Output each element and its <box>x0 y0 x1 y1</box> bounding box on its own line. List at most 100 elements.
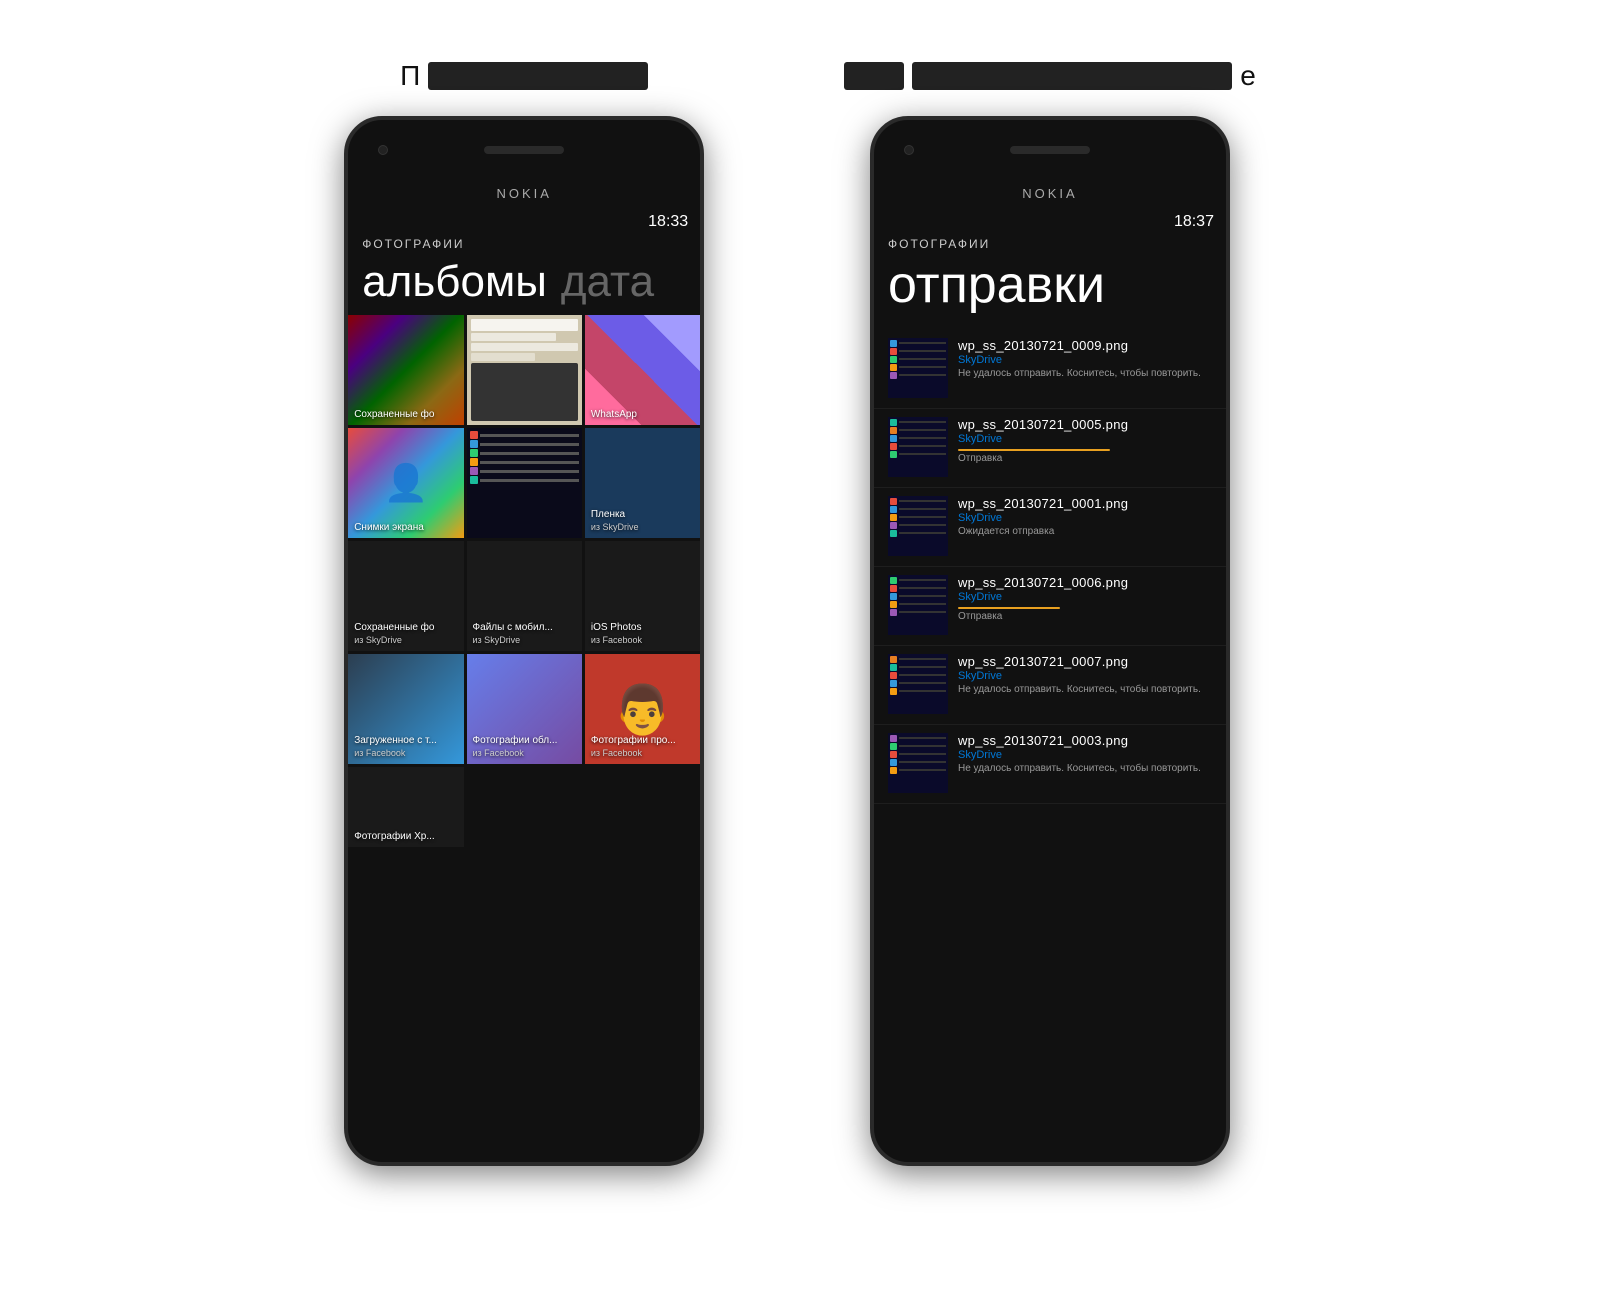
nokia-brand-right: NOKIA <box>874 180 1226 207</box>
page-title-area: отправки <box>874 257 1226 326</box>
time-left: 18:33 <box>648 213 688 231</box>
send-filename-1: wp_ss_20130721_0005.png <box>958 417 1212 432</box>
phone-top-bar <box>348 120 700 180</box>
send-thumb-2 <box>888 496 948 556</box>
album-label-ios: iOS Photosиз Facebook <box>591 621 642 647</box>
send-info-1: wp_ss_20130721_0005.png SkyDrive Отправк… <box>958 417 1212 464</box>
send-thumb-1 <box>888 417 948 477</box>
send-thumb-3 <box>888 575 948 635</box>
send-item-5[interactable]: wp_ss_20130721_0003.png SkyDrive Не удал… <box>874 725 1226 804</box>
phone-top-bar-right <box>874 120 1226 180</box>
right-title-bar-1 <box>844 62 904 90</box>
speaker-grille <box>484 146 564 154</box>
send-status-3: Отправка <box>958 611 1212 622</box>
album-label-whatsapp: WhatsApp <box>591 408 637 421</box>
left-title-prefix: П <box>400 60 420 92</box>
album-cell-whatsapp[interactable]: WhatsApp <box>585 315 700 425</box>
send-service-1: SkyDrive <box>958 433 1212 445</box>
nokia-brand-left: NOKIA <box>348 180 700 207</box>
album-cell-mobile-sky[interactable]: Файлы с мобил...из SkyDrive <box>467 541 582 651</box>
send-item-1[interactable]: wp_ss_20130721_0005.png SkyDrive Отправк… <box>874 409 1226 488</box>
send-status-5: Не удалось отправить. Коснитесь, чтобы п… <box>958 763 1212 774</box>
send-thumb-5 <box>888 733 948 793</box>
album-cell-fb-cloud[interactable]: Фотографии обл...из Facebook <box>467 654 582 764</box>
time-right: 18:37 <box>1174 213 1214 231</box>
album-cell-1[interactable] <box>467 315 582 425</box>
send-page-title: отправки <box>888 257 1212 314</box>
album-label-screenshots: Снимки экрана <box>354 521 424 534</box>
send-progress-3 <box>958 607 1060 609</box>
album-cell-fb-profile[interactable]: 👨 Фотографии про...из Facebook <box>585 654 700 764</box>
status-bar-right: 18:37 <box>874 207 1226 233</box>
send-filename-0: wp_ss_20130721_0009.png <box>958 338 1212 353</box>
send-filename-5: wp_ss_20130721_0003.png <box>958 733 1212 748</box>
send-service-4: SkyDrive <box>958 670 1212 682</box>
send-item-3[interactable]: wp_ss_20130721_0006.png SkyDrive Отправк… <box>874 567 1226 646</box>
send-info-2: wp_ss_20130721_0001.png SkyDrive Ожидает… <box>958 496 1212 537</box>
send-service-0: SkyDrive <box>958 354 1212 366</box>
album-label-saved-sky: Сохраненные фоиз SkyDrive <box>354 621 434 647</box>
send-info-0: wp_ss_20130721_0009.png SkyDrive Не удал… <box>958 338 1212 379</box>
album-cell-ios[interactable]: iOS Photosиз Facebook <box>585 541 700 651</box>
send-thumb-0 <box>888 338 948 398</box>
album-cell-chr[interactable]: Фотографии Хр... <box>348 767 463 847</box>
left-title-redacted-bar <box>428 62 648 90</box>
left-phone-section: П NOKIA 18:33 ФОТОГРАФИИ <box>344 60 704 1166</box>
send-status-0: Не удалось отправить. Коснитесь, чтобы п… <box>958 368 1212 379</box>
right-title-suffix: е <box>1240 60 1256 92</box>
album-cell-screenshot[interactable] <box>467 428 582 538</box>
album-cell-0[interactable]: Сохраненные фо <box>348 315 463 425</box>
send-item-2[interactable]: wp_ss_20130721_0001.png SkyDrive Ожидает… <box>874 488 1226 567</box>
tabs-left[interactable]: альбомы дата <box>348 257 700 307</box>
tab-albums[interactable]: альбомы <box>362 257 547 307</box>
page-container: П NOKIA 18:33 ФОТОГРАФИИ <box>0 0 1600 1226</box>
phone-yellow-left-edge-2 <box>870 180 874 860</box>
album-label-mobile-sky: Файлы с мобил...из SkyDrive <box>473 621 553 647</box>
album-cell-saved-sky[interactable]: Сохраненные фоиз SkyDrive <box>348 541 463 651</box>
send-service-5: SkyDrive <box>958 749 1212 761</box>
send-service-2: SkyDrive <box>958 512 1212 524</box>
send-status-4: Не удалось отправить. Коснитесь, чтобы п… <box>958 684 1212 695</box>
screen-header-left: ФОТОГРАФИИ <box>348 233 700 257</box>
speaker-grille-right <box>1010 146 1090 154</box>
left-section-title: П <box>400 60 648 92</box>
send-filename-3: wp_ss_20130721_0006.png <box>958 575 1212 590</box>
screen-header-right: ФОТОГРАФИИ <box>874 233 1226 257</box>
send-filename-4: wp_ss_20130721_0007.png <box>958 654 1212 669</box>
phone-left: NOKIA 18:33 ФОТОГРАФИИ альбомы дата <box>344 116 704 1166</box>
send-thumb-4 <box>888 654 948 714</box>
camera-dot-right <box>904 145 914 155</box>
send-item-0[interactable]: wp_ss_20130721_0009.png SkyDrive Не удал… <box>874 330 1226 409</box>
album-cell-uploaded[interactable]: Загруженное с т...из Facebook <box>348 654 463 764</box>
section-label-right: ФОТОГРАФИИ <box>888 237 1212 251</box>
section-label-left: ФОТОГРАФИИ <box>362 237 686 251</box>
send-info-5: wp_ss_20130721_0003.png SkyDrive Не удал… <box>958 733 1212 774</box>
album-label-fb-cloud: Фотографии обл...из Facebook <box>473 734 558 760</box>
send-status-1: Отправка <box>958 453 1212 464</box>
album-label-fb-profile: Фотографии про...из Facebook <box>591 734 676 760</box>
right-title-bar-2 <box>912 62 1232 90</box>
right-phone-section: е NOKIA 18:37 ФОТОГРАФИИ отправк <box>844 60 1256 1166</box>
phone-yellow-right-edge <box>700 180 704 860</box>
right-section-title: е <box>844 60 1256 92</box>
send-item-4[interactable]: wp_ss_20130721_0007.png SkyDrive Не удал… <box>874 646 1226 725</box>
phone-yellow-left-edge <box>344 180 348 860</box>
album-cell-skydrive[interactable]: Пленкаиз SkyDrive <box>585 428 700 538</box>
send-status-2: Ожидается отправка <box>958 526 1212 537</box>
camera-dot <box>378 145 388 155</box>
send-info-3: wp_ss_20130721_0006.png SkyDrive Отправк… <box>958 575 1212 622</box>
album-cell-paint[interactable]: 👤 Снимки экрана <box>348 428 463 538</box>
send-service-3: SkyDrive <box>958 591 1212 603</box>
send-progress-1 <box>958 449 1110 451</box>
screen-right: 18:37 ФОТОГРАФИИ отправки <box>874 207 1226 1166</box>
status-bar-left: 18:33 <box>348 207 700 233</box>
send-info-4: wp_ss_20130721_0007.png SkyDrive Не удал… <box>958 654 1212 695</box>
album-label-0: Сохраненные фо <box>354 408 434 421</box>
screen-left: 18:33 ФОТОГРАФИИ альбомы дата Сохраненны… <box>348 207 700 1166</box>
albums-grid: Сохраненные фо <box>348 307 700 847</box>
phone-yellow-right-edge-2 <box>1226 180 1230 860</box>
tab-date[interactable]: дата <box>561 257 654 307</box>
phone-right: NOKIA 18:37 ФОТОГРАФИИ отправки <box>870 116 1230 1166</box>
album-label-uploaded: Загруженное с т...из Facebook <box>354 734 437 760</box>
album-label-skydrive: Пленкаиз SkyDrive <box>591 508 639 534</box>
